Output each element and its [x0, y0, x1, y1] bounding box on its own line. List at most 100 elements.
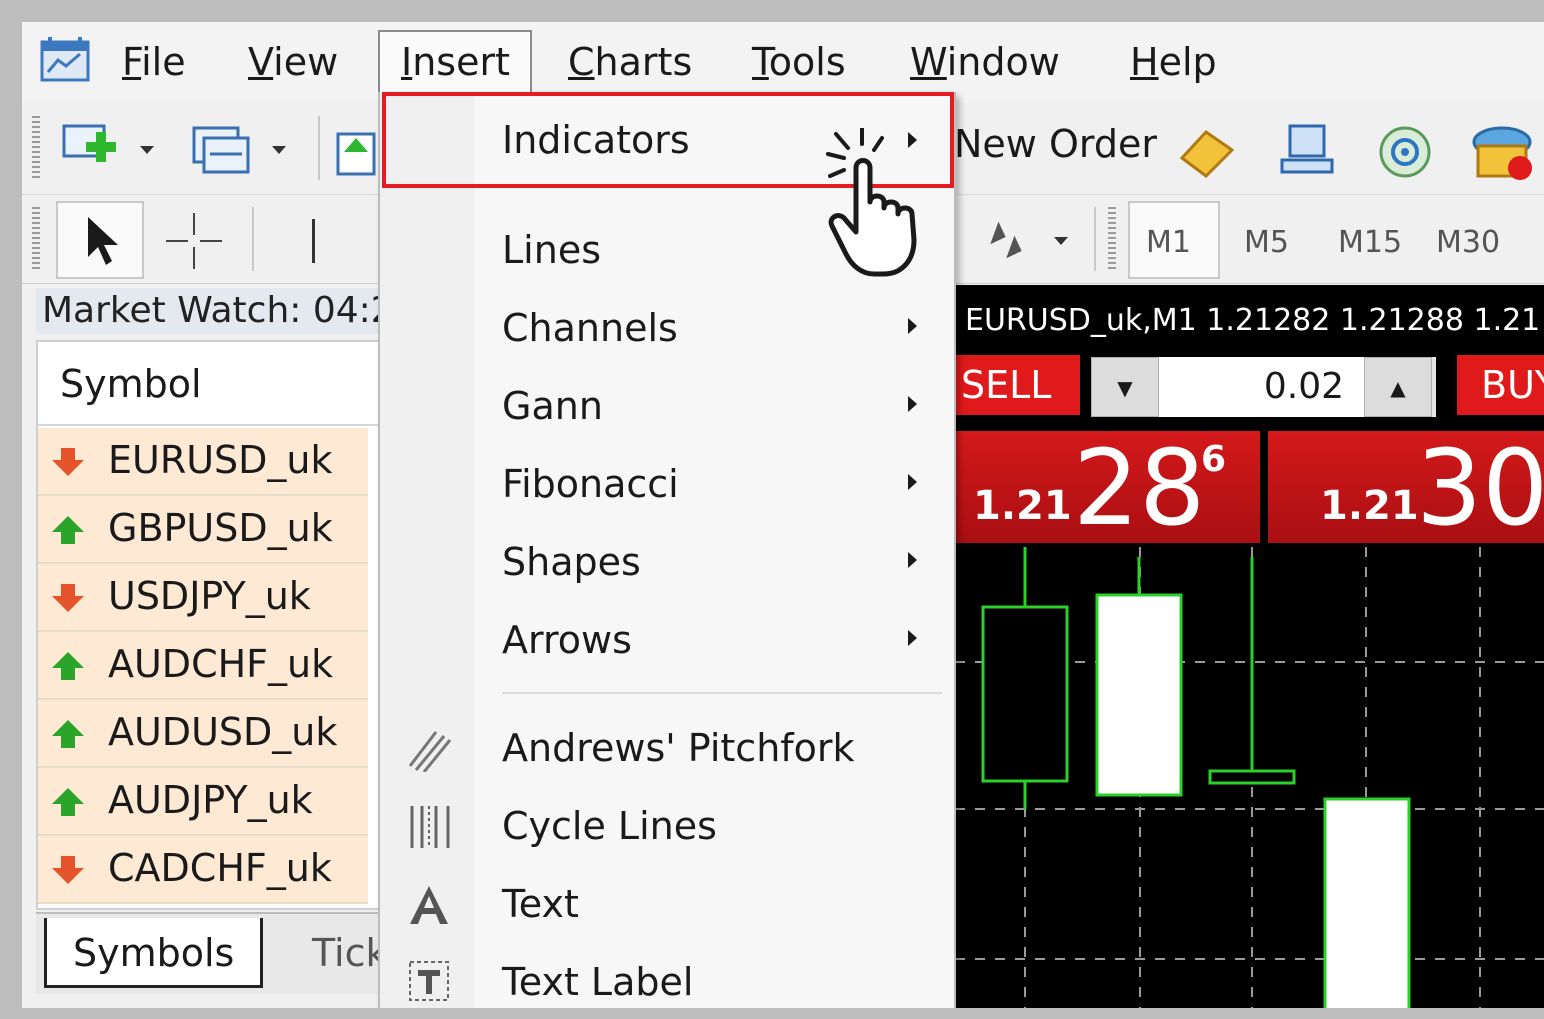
menu-item-text[interactable]: Text — [502, 882, 579, 926]
market-watch-row[interactable]: EURUSD_uk — [38, 428, 368, 496]
submenu-arrow-icon — [908, 318, 917, 334]
market-watch-row[interactable]: USDJPY_uk — [38, 564, 368, 632]
menu-item-fibonacci[interactable]: Fibonacci — [502, 462, 679, 506]
menu-item-shapes[interactable]: Shapes — [502, 540, 641, 584]
cursor-arrow-icon — [88, 217, 118, 265]
market-watch-row[interactable]: GBPUSD_uk — [38, 496, 368, 564]
text-icon — [410, 886, 448, 924]
crosshair-icon[interactable] — [162, 209, 226, 273]
menu-item-cycle-lines[interactable]: Cycle Lines — [502, 804, 717, 848]
price-up-arrow-icon — [52, 652, 84, 680]
menu-item-gann[interactable]: Gann — [502, 384, 603, 428]
price-down-arrow-icon — [52, 448, 84, 476]
symbol-column-header[interactable]: Symbol — [38, 342, 379, 426]
cycle-lines-icon — [410, 806, 450, 848]
metaeditor-icon[interactable] — [1176, 124, 1238, 180]
symbol-name: EURUSD_uk — [108, 438, 333, 482]
app-icon — [40, 37, 90, 82]
symbol-name: AUDUSD_uk — [108, 710, 338, 754]
market-watch-row[interactable]: AUDCHF_uk — [38, 632, 368, 700]
symbol-name: AUDCHF_uk — [108, 642, 334, 686]
profiles-dropdown-icon[interactable] — [272, 146, 286, 154]
symbol-name: USDJPY_uk — [108, 574, 311, 618]
market-watch-row[interactable]: AUDUSD_uk — [38, 700, 368, 768]
market-watch-table: Symbol EURUSD_uk GBPUSD_uk USDJPY_uk AUD… — [36, 340, 381, 910]
terminal-icon[interactable] — [1276, 120, 1338, 182]
toolbar-separator — [252, 207, 254, 271]
toolbar-grip[interactable] — [1108, 207, 1116, 271]
menu-window[interactable]: Window — [910, 40, 1060, 84]
menu-separator — [502, 692, 942, 694]
market-watch-row[interactable]: CADCHF_uk — [38, 836, 368, 904]
menu-item-channels[interactable]: Channels — [502, 306, 678, 350]
toolbar-separator — [1094, 207, 1096, 271]
new-order-button[interactable]: New Order — [954, 122, 1157, 166]
menu-view[interactable]: View — [248, 40, 338, 84]
sell-price-big: 28 — [1073, 427, 1206, 549]
timeframe-m30[interactable]: M30 — [1436, 225, 1500, 260]
pitchfork-icon — [408, 731, 452, 772]
lot-size-stepper: ▼ 0.02 ▲ — [1091, 357, 1436, 417]
menu-insert[interactable]: Insert — [401, 40, 510, 84]
new-chart-dropdown-icon[interactable] — [140, 146, 154, 154]
chart-window[interactable]: EURUSD_uk,M1 1.21282 1.21288 1.21 SELL ▼… — [955, 285, 1544, 1010]
buy-button[interactable]: BUY — [1457, 355, 1544, 415]
buy-price-prefix: 1.21 — [1320, 483, 1419, 529]
price-down-arrow-icon — [52, 856, 84, 884]
menu-charts[interactable]: Charts — [568, 40, 692, 84]
sell-price-prefix: 1.21 — [973, 483, 1072, 529]
window-frame-top — [0, 0, 1544, 22]
vertical-line-icon[interactable] — [312, 219, 315, 263]
price-down-arrow-icon — [52, 584, 84, 612]
submenu-arrow-icon — [908, 474, 917, 490]
menu-tools[interactable]: Tools — [752, 40, 846, 84]
lot-increase-button[interactable]: ▲ — [1364, 357, 1432, 417]
timeframe-m15[interactable]: M15 — [1338, 225, 1402, 260]
window-frame-left — [0, 0, 22, 1019]
menu-item-text-label[interactable]: Text Label — [502, 960, 693, 1004]
buy-price-big: 30 — [1416, 427, 1544, 549]
objects-dropdown-icon[interactable] — [982, 217, 1072, 267]
tab-symbols[interactable]: Symbols — [44, 918, 264, 988]
sell-price-panel[interactable]: 1.21 28 6 — [955, 431, 1260, 543]
submenu-arrow-icon — [908, 630, 917, 646]
menu-item-andrews-pitchfork[interactable]: Andrews' Pitchfork — [502, 726, 855, 770]
symbol-name: AUDJPY_uk — [108, 778, 313, 822]
price-up-arrow-icon — [52, 788, 84, 816]
price-up-arrow-icon — [52, 516, 84, 544]
autotrading-icon[interactable] — [1468, 120, 1538, 184]
menu-item-arrows[interactable]: Arrows — [502, 618, 632, 662]
candlestick-plot — [955, 547, 1544, 1010]
cursor-tool-button[interactable] — [56, 201, 144, 279]
profiles-icon[interactable] — [190, 124, 254, 176]
menu-help[interactable]: Help — [1130, 40, 1217, 84]
sell-button[interactable]: SELL — [955, 355, 1080, 415]
menu-file[interactable]: File — [122, 40, 186, 84]
buy-price-panel[interactable]: 1.21 30 — [1268, 431, 1544, 543]
symbol-name: CADCHF_uk — [108, 846, 332, 890]
submenu-arrow-icon — [908, 396, 917, 412]
toolbar-separator — [318, 116, 320, 180]
lot-size-input[interactable]: 0.02 — [1159, 357, 1364, 417]
hand-pointer-icon — [826, 128, 917, 277]
toolbar-grip[interactable] — [32, 116, 40, 180]
timeframe-m1[interactable]: M1 — [1146, 225, 1191, 260]
price-up-arrow-icon — [52, 720, 84, 748]
market-watch-title: Market Watch: 04:2 — [36, 288, 381, 334]
sell-price-fraction: 6 — [1201, 439, 1227, 480]
timeframe-m5[interactable]: M5 — [1244, 225, 1289, 260]
lot-decrease-button[interactable]: ▼ — [1091, 357, 1159, 417]
market-watch-row[interactable]: AUDJPY_uk — [38, 768, 368, 836]
menu-item-lines[interactable]: Lines — [502, 228, 601, 272]
market-watch-tabs: Symbols Tick — [36, 912, 388, 994]
new-chart-icon[interactable] — [62, 124, 126, 174]
market-watch-icon[interactable] — [334, 130, 378, 178]
menu-icon-gutter — [380, 92, 474, 1017]
submenu-arrow-icon — [908, 552, 917, 568]
symbol-name: GBPUSD_uk — [108, 506, 333, 550]
window-frame-bottom — [0, 1008, 1544, 1019]
text-label-icon — [409, 961, 449, 1001]
toolbar-grip[interactable] — [32, 207, 40, 271]
signals-icon[interactable] — [1374, 122, 1436, 182]
chart-title: EURUSD_uk,M1 1.21282 1.21288 1.21 — [965, 303, 1541, 338]
